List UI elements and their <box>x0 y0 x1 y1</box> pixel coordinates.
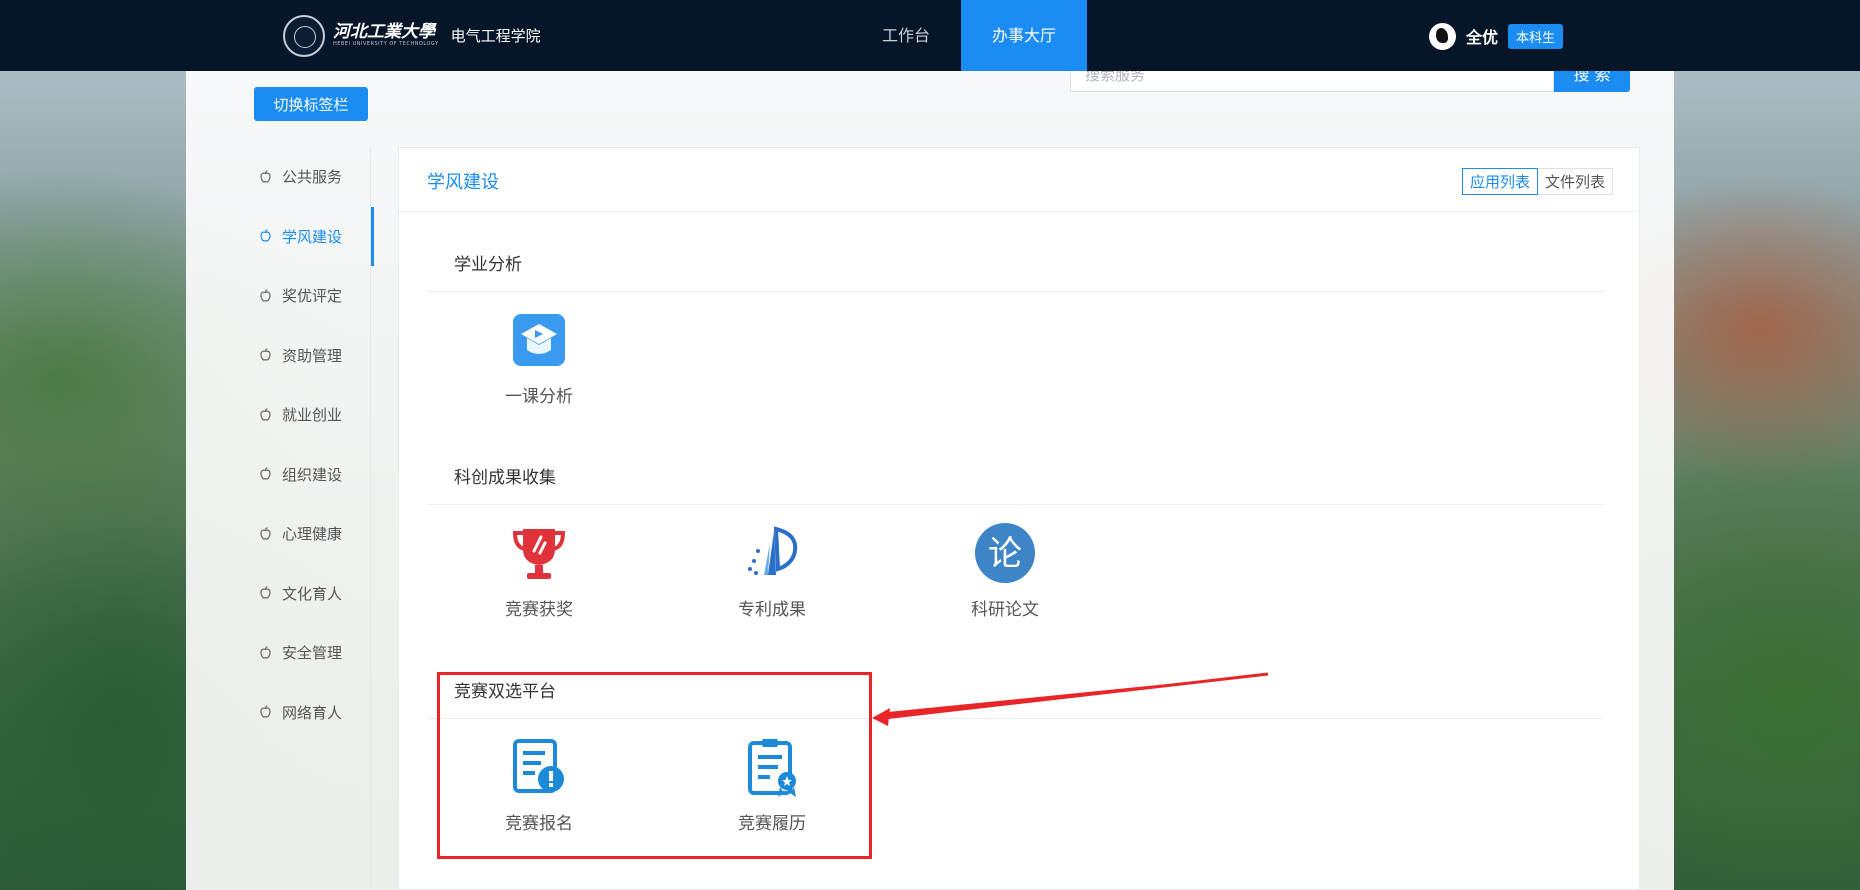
role-badge: 本科生 <box>1508 23 1564 49</box>
app-competition-awards[interactable]: 竞赛获奖 <box>469 521 609 620</box>
file-list-toggle[interactable]: 文件列表 <box>1537 168 1613 195</box>
content-card: 学风建设 应用列表 文件列表 学业分析 一课分析 科创成果收集 竞赛获奖 专利成… <box>398 147 1640 890</box>
section-innovation-results: 科创成果收集 竞赛获奖 专利成果 论 科研论文 <box>427 451 1603 665</box>
university-subtitle: HEBEI UNIVERSITY OF TECHNOLOGY <box>333 41 439 47</box>
main-container: 搜索服务 搜 索 切换标签栏 公共服务 学风建设 奖优评定 资助管理 就业创业 … <box>186 59 1674 890</box>
apple-icon <box>260 467 271 480</box>
apple-icon <box>260 526 271 540</box>
sidebar-item-label: 安全管理 <box>282 644 343 663</box>
university-seal-icon <box>283 14 325 57</box>
sidebar-item-employment[interactable]: 就业创业 <box>230 385 372 445</box>
apple-icon <box>260 169 271 183</box>
app-competition-registration[interactable]: 竞赛报名 <box>469 735 609 834</box>
app-label: 一课分析 <box>505 387 573 407</box>
university-logo[interactable]: 河北工業大學 HEBEI UNIVERSITY OF TECHNOLOGY 电气… <box>283 14 541 57</box>
university-name: 河北工業大學 <box>333 22 435 42</box>
sidebar-item-label: 就业创业 <box>282 406 343 425</box>
view-toggle: 应用列表 文件列表 <box>1461 168 1613 195</box>
apple-icon <box>260 348 271 361</box>
registration-form-icon <box>513 739 564 793</box>
sidebar-item-label: 心理健康 <box>282 525 343 544</box>
patent-logo-icon <box>748 526 798 575</box>
app-grid: 一课分析 <box>427 292 1603 452</box>
thesis-icon: 论 <box>975 523 1035 583</box>
apple-icon <box>260 229 271 242</box>
section-academic-analysis: 学业分析 一课分析 <box>427 238 1603 452</box>
sidebar-item-network[interactable]: 网络育人 <box>230 683 372 743</box>
section-title: 竞赛双选平台 <box>427 665 1603 719</box>
sidebar-item-label: 学风建设 <box>282 227 343 246</box>
sidebar-item-label: 网络育人 <box>282 703 343 722</box>
app-label: 竞赛获奖 <box>505 600 573 620</box>
app-list-toggle[interactable]: 应用列表 <box>1461 168 1538 195</box>
card-header: 学风建设 应用列表 文件列表 <box>399 148 1639 212</box>
apple-icon <box>260 407 271 421</box>
app-grid: 竞赛获奖 专利成果 论 科研论文 <box>427 505 1603 665</box>
page-title: 学风建设 <box>427 172 499 193</box>
app-label: 竞赛报名 <box>505 814 573 834</box>
app-label: 竞赛履历 <box>738 814 806 834</box>
switch-tabbar-button[interactable]: 切换标签栏 <box>254 87 368 121</box>
sidebar-item-label: 文化育人 <box>282 584 343 603</box>
user-info[interactable]: 全优 本科生 <box>1429 22 1564 50</box>
app-label: 科研论文 <box>971 600 1039 620</box>
top-navbar: 河北工業大學 HEBEI UNIVERSITY OF TECHNOLOGY 电气… <box>0 0 1860 71</box>
sidebar-item-culture[interactable]: 文化育人 <box>230 564 372 624</box>
apple-icon <box>260 288 271 302</box>
section-competition-platform: 竞赛双选平台 竞赛报名 竞赛履历 <box>427 665 1603 879</box>
sidebar: 公共服务 学风建设 奖优评定 资助管理 就业创业 组织建设 心理健康 文化育人 <box>230 147 374 743</box>
app-patent-results[interactable]: 专利成果 <box>702 521 842 620</box>
app-label: 专利成果 <box>738 600 806 620</box>
sidebar-item-label: 组织建设 <box>282 465 343 484</box>
app-grid: 竞赛报名 竞赛履历 <box>427 719 1603 879</box>
resume-clipboard-icon <box>748 739 796 797</box>
sidebar-item-awards[interactable]: 奖优评定 <box>230 266 372 326</box>
university-name-block: 河北工業大學 HEBEI UNIVERSITY OF TECHNOLOGY <box>333 23 439 48</box>
sidebar-item-organization[interactable]: 组织建设 <box>230 445 372 505</box>
sidebar-item-financial-aid[interactable]: 资助管理 <box>230 326 372 386</box>
sidebar-item-label: 资助管理 <box>282 346 343 365</box>
apple-icon <box>260 586 271 599</box>
nav-tab-workbench[interactable]: 工作台 <box>862 0 950 71</box>
sidebar-item-safety[interactable]: 安全管理 <box>230 623 372 683</box>
sidebar-item-mental-health[interactable]: 心理健康 <box>230 504 372 564</box>
sidebar-item-label: 奖优评定 <box>282 287 343 306</box>
apple-icon <box>260 645 271 659</box>
svg-text:论: 论 <box>988 534 1022 574</box>
section-title: 学业分析 <box>427 238 1603 292</box>
app-competition-resume[interactable]: 竞赛履历 <box>702 735 842 834</box>
app-course-analysis[interactable]: 一课分析 <box>469 308 609 407</box>
nav-tab-service-hall[interactable]: 办事大厅 <box>961 0 1087 71</box>
apple-icon <box>260 705 271 718</box>
graduation-cap-icon <box>513 314 565 366</box>
college-name: 电气工程学院 <box>450 27 541 45</box>
sidebar-item-study-style[interactable]: 学风建设 <box>230 206 374 267</box>
user-name: 全优 <box>1466 28 1499 47</box>
trophy-icon <box>512 529 566 579</box>
section-title: 科创成果收集 <box>427 451 1603 505</box>
avatar[interactable] <box>1429 22 1456 50</box>
app-research-papers[interactable]: 论 科研论文 <box>935 521 1075 620</box>
sidebar-item-public-service[interactable]: 公共服务 <box>230 147 372 207</box>
sidebar-item-label: 公共服务 <box>282 168 343 187</box>
